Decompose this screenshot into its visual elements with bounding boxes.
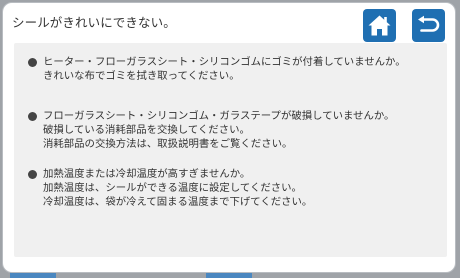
bullet-icon <box>28 58 37 67</box>
item-line: 破損している消耗部品を交換してください。 <box>43 124 250 136</box>
home-icon <box>368 15 391 36</box>
message-panel: ヒーター・フローガラスシート・シリコンゴムにゴミが付着していませんか。 きれいな… <box>14 43 447 257</box>
item-line: フローガラスシート・シリコンゴム・ガラステープが破損していませんか。 <box>43 110 395 122</box>
bullet-icon <box>28 112 37 121</box>
item-line: 加熱温度は、シールができる温度に設定してください。 <box>43 182 302 194</box>
checklist-item-text: フローガラスシート・シリコンゴム・ガラステープが破損していませんか。 破損してい… <box>43 109 394 151</box>
return-arrow-icon <box>418 15 440 32</box>
home-button[interactable] <box>363 9 396 42</box>
checklist-item-text: 加熱温度または冷却温度が高すぎませんか。 加熱温度は、シールができる温度に設定し… <box>43 167 312 209</box>
checklist-item-text: ヒーター・フローガラスシート・シリコンゴムにゴミが付着していませんか。 きれいな… <box>43 55 406 83</box>
item-line: ヒーター・フローガラスシート・シリコンゴムにゴミが付着していませんか。 <box>43 56 406 68</box>
bullet-icon <box>28 170 37 179</box>
dialog-title: シールがきれいにできない。 <box>12 15 176 30</box>
item-line: 加熱温度または冷却温度が高すぎませんか。 <box>43 168 251 180</box>
item-line: 消耗部品の交換方法は、取扱説明書をご覧ください。 <box>43 138 293 150</box>
item-line: きれいな布でゴミを拭き取ってください。 <box>43 70 240 82</box>
back-button[interactable] <box>412 9 445 42</box>
item-line: 冷却温度は、袋が冷えて固まる温度まで下げてください。 <box>43 196 313 208</box>
troubleshooting-dialog: シールがきれいにできない。 ヒーター・フローガラスシート・シリコンゴムにゴミが付… <box>2 2 456 273</box>
